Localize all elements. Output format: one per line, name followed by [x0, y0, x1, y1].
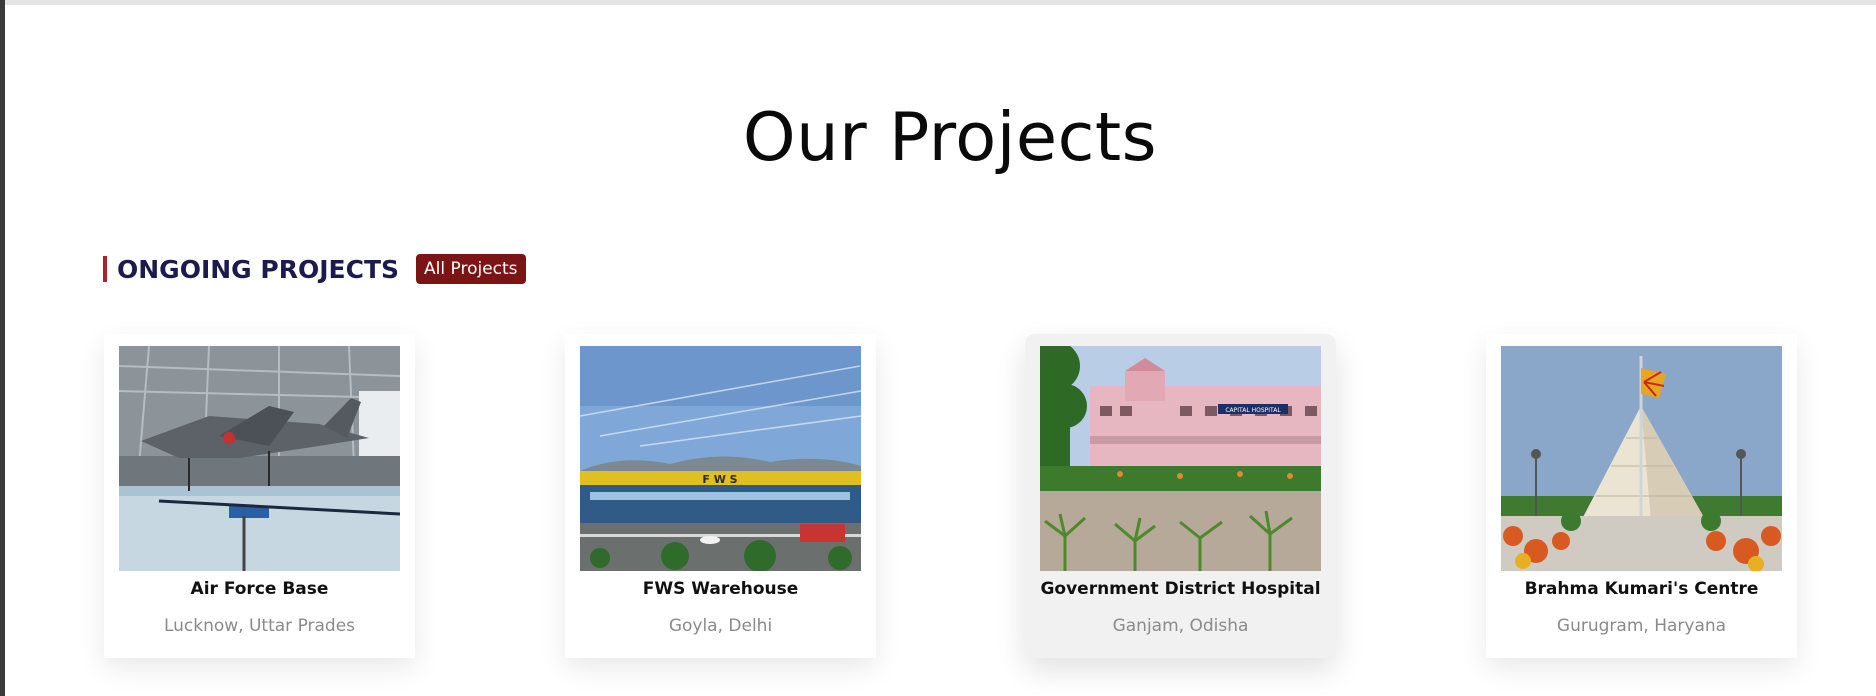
project-location: Ganjam, Odisha [1112, 616, 1249, 636]
section-header: ONGOING PROJECTS All Projects [103, 254, 526, 284]
project-photo-fws-warehouse[interactable]: F W S [580, 346, 861, 571]
all-projects-button[interactable]: All Projects [416, 254, 526, 284]
top-border [0, 0, 1876, 5]
project-card[interactable]: F W S FWS Warehouse Goyla, Delhi [565, 334, 876, 658]
section-title: ONGOING PROJECTS [117, 254, 400, 284]
project-photo-government-district-hospital[interactable]: CAPITAL HOSPITAL [1040, 346, 1321, 571]
project-card[interactable]: Air Force Base Lucknow, Uttar Prades [104, 334, 415, 658]
hospital-sign-text: CAPITAL HOSPITAL [1225, 407, 1281, 414]
project-card[interactable]: CAPITAL HOSPITAL Government District Hos… [1025, 334, 1336, 658]
warehouse-sign-text: F W S [702, 473, 737, 486]
page-title: Our Projects [742, 98, 1158, 176]
project-name[interactable]: Government District Hospital [1025, 579, 1336, 599]
project-location: Goyla, Delhi [668, 616, 773, 636]
project-photo-brahma-kumaris-centre[interactable] [1501, 346, 1782, 571]
project-card[interactable]: Brahma Kumari's Centre Gurugram, Haryana [1486, 334, 1797, 658]
project-name[interactable]: Air Force Base [104, 579, 415, 599]
project-location: Gurugram, Haryana [1556, 616, 1727, 636]
project-name[interactable]: FWS Warehouse [565, 579, 876, 599]
section-accent-bar [103, 256, 107, 282]
project-name[interactable]: Brahma Kumari's Centre [1486, 579, 1797, 599]
project-location: Lucknow, Uttar Prades [163, 616, 356, 636]
project-photo-air-force-base[interactable] [119, 346, 400, 571]
